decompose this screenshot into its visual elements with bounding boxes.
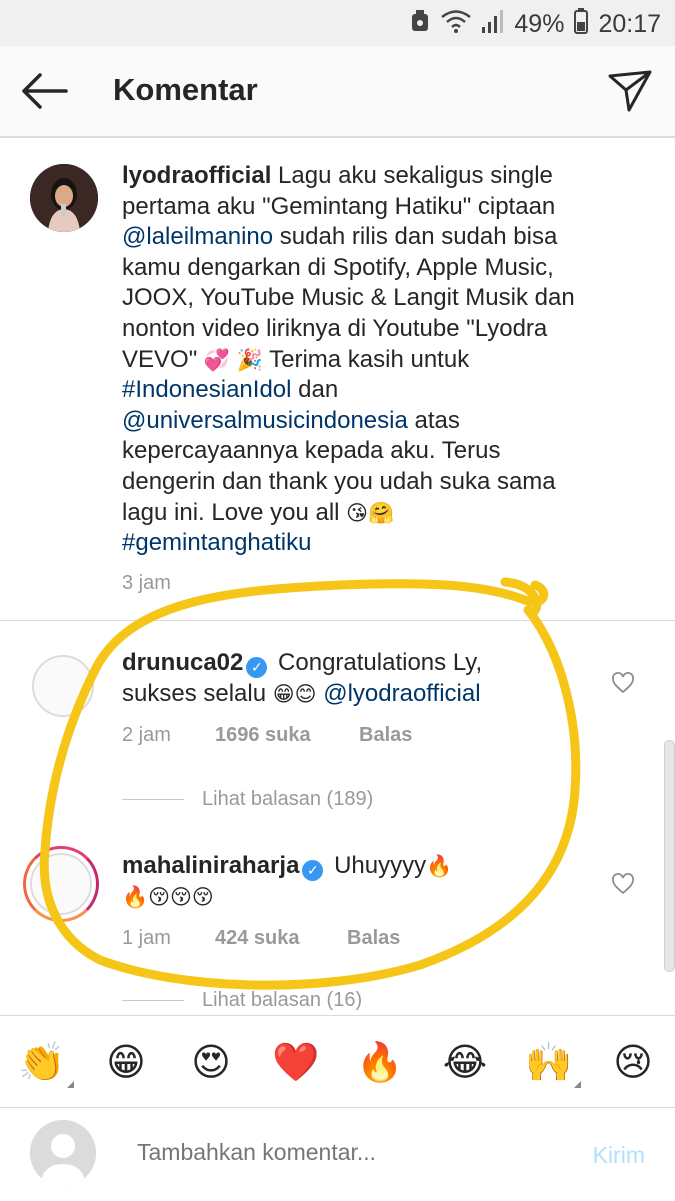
view-replies-label[interactable]: Lihat balasan (189) [202,788,373,811]
avatar[interactable] [32,655,94,717]
verified-badge-icon: ✓ [246,657,268,678]
hashtag-link[interactable]: #gemintanghatiku [122,529,311,556]
mention-link[interactable]: @lyodraofficial [323,680,480,707]
reply-button[interactable]: Balas [359,724,412,747]
avatar[interactable] [30,164,98,232]
emoji-button-clap[interactable]: 👏 [14,1034,74,1090]
caption-text: dan [291,376,339,404]
divider [0,620,675,621]
status-bar: 49% 20:17 [0,0,675,46]
signal-icon [482,9,504,40]
emoji: 🔥 [426,854,453,878]
expand-indicator-icon [574,1081,581,1088]
comment-timestamp: 2 jam [122,724,171,746]
emoji-button-joy[interactable]: 😂 [437,1034,493,1090]
wifi-icon [440,9,472,40]
post-button[interactable]: Kirim [593,1142,645,1169]
expand-indicator-icon [67,1081,74,1088]
emoji: 🎉 [236,347,263,372]
avatar-story-ring[interactable] [23,846,99,922]
comment-text: mahaliniraharja ✓ Uhuyyyy🔥 🔥😚😚😚 [122,851,542,912]
divider [122,1000,184,1001]
view-replies-label[interactable]: Lihat balasan (16) [202,989,362,1012]
heart-icon[interactable] [611,872,635,896]
comment-username[interactable]: drunuca02 [122,649,243,676]
emoji: 😘🤗 [346,500,395,525]
comment-input[interactable] [135,1138,559,1167]
arrow-left-icon[interactable] [18,68,70,114]
reply-button[interactable]: Balas [347,927,400,950]
alarm-icon [410,9,430,40]
like-count[interactable]: 1696 suka [215,724,359,747]
emoji-button-heart-eyes[interactable]: 😍 [183,1034,239,1090]
emoji: 😁😊 [272,681,317,706]
paper-plane-icon[interactable] [607,68,653,114]
verified-badge-icon: ✓ [302,860,324,881]
page-title: Komentar [113,72,258,107]
comment-username[interactable]: mahaliniraharja [122,852,299,879]
comment-timestamp: 1 jam [122,927,171,949]
mention-link[interactable]: @laleilmanino [122,223,273,250]
mention-link[interactable]: @universalmusicindonesia [122,407,408,434]
caption-username[interactable]: lyodraofficial [122,162,271,189]
emoji-button-grin[interactable]: 😁 [98,1034,154,1090]
scrollbar[interactable] [664,740,675,972]
comment-meta: 2 jam 1696 suka Balas [122,724,412,747]
emoji: 💞 [203,347,231,372]
comment-text: drunuca02 ✓ Congratulations Ly, sukses se… [122,648,542,709]
comment-composer: Kirim [0,1107,675,1201]
divider [122,799,184,800]
post-caption: lyodraofficial Lagu aku sekaligus single… [122,161,592,559]
comment-body: Uhuyyyy [327,852,427,879]
emoji-button-fire[interactable]: 🔥 [352,1034,408,1090]
emoji-button-cry[interactable]: 😢 [605,1034,661,1090]
top-bar: Komentar [0,46,675,138]
like-count[interactable]: 424 suka [215,927,347,950]
battery-icon [574,8,589,41]
view-replies[interactable]: Lihat balasan (189) [122,788,373,811]
caption-text: Terima kasih untuk [262,345,470,373]
clock: 20:17 [598,10,661,38]
battery-percent: 49% [514,10,565,38]
avatar [30,1120,96,1186]
view-replies[interactable]: Lihat balasan (16) [122,989,362,1012]
emoji: 🔥😚😚😚 [122,884,214,909]
hashtag-link[interactable]: #IndonesianIdol [122,376,291,403]
caption-timestamp: 3 jam [122,572,171,594]
emoji-button-raised-hands[interactable]: 🙌 [521,1034,581,1090]
heart-icon[interactable] [611,671,635,695]
emoji-quick-bar: 👏 😁 😍 ❤️ 🔥 😂 🙌 😢 [0,1015,675,1108]
comment-meta: 1 jam 424 suka Balas [122,927,400,950]
emoji-button-heart[interactable]: ❤️ [268,1034,324,1090]
avatar [30,853,92,915]
